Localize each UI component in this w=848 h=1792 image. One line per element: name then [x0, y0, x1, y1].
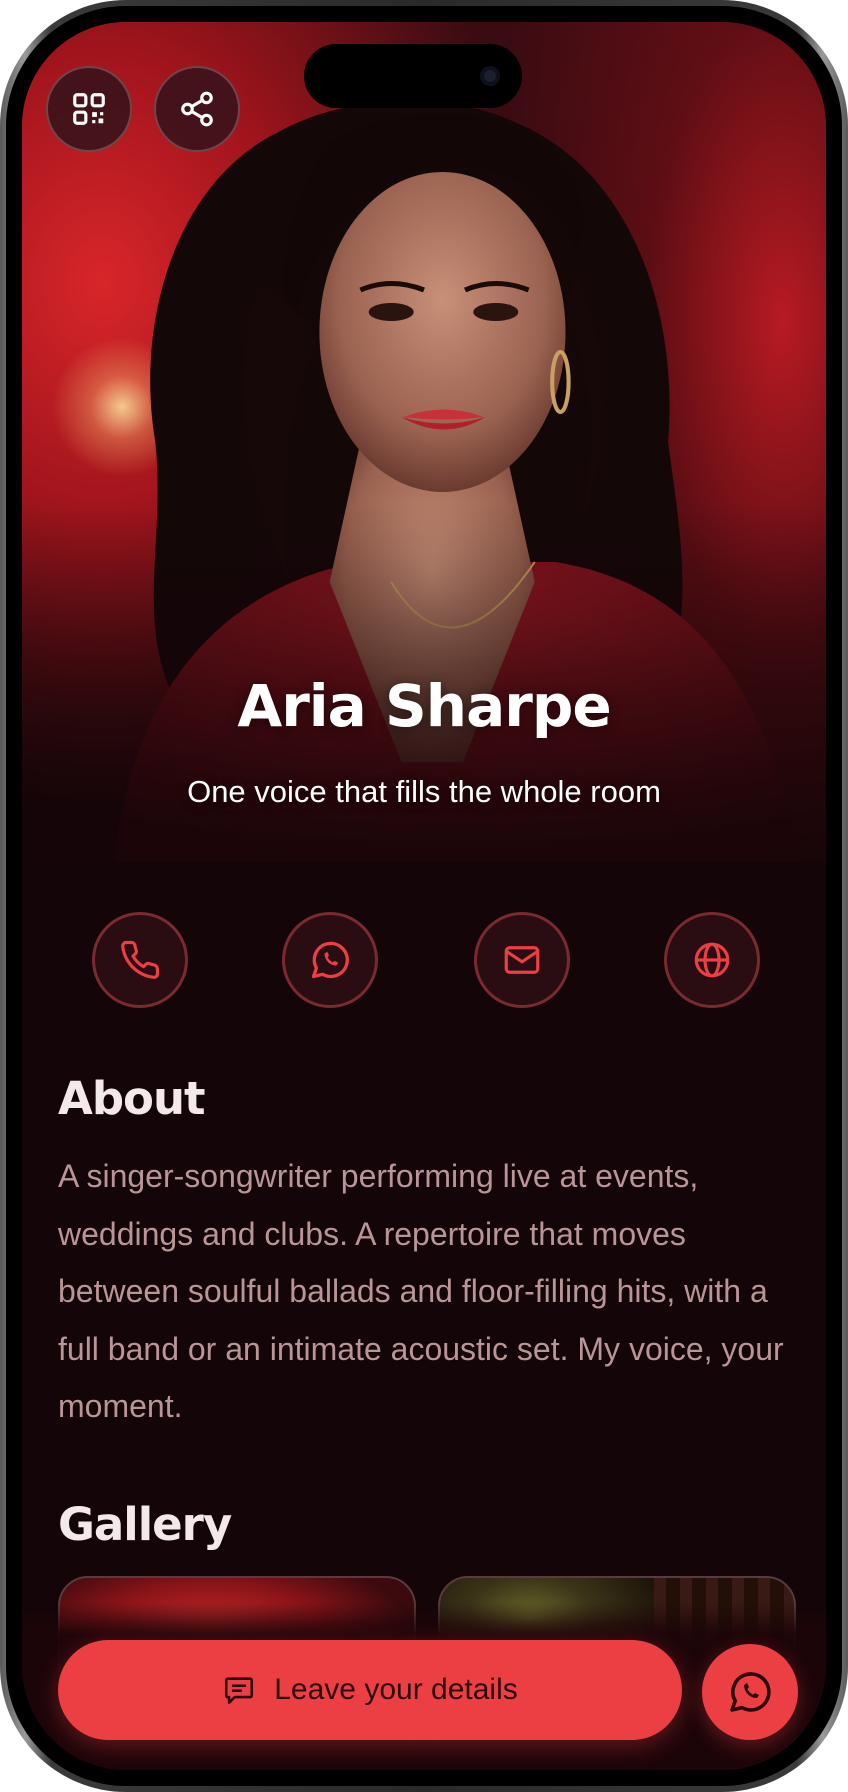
contact-actions: [22, 912, 826, 1008]
whatsapp-icon: [730, 1672, 771, 1712]
hero-photo: Aria Sharpe One voice that fills the who…: [22, 22, 826, 862]
phone-bezel: Aria Sharpe One voice that fills the who…: [6, 6, 842, 1786]
profile-tagline: One voice that fills the whole room: [187, 774, 661, 809]
phone-frame: Aria Sharpe One voice that fills the who…: [0, 0, 848, 1792]
whatsapp-fab[interactable]: [702, 1644, 798, 1740]
phone-button[interactable]: [92, 912, 188, 1008]
qr-code-icon: [73, 93, 105, 125]
leave-details-label: Leave your details: [274, 1673, 518, 1706]
profile-name: Aria Sharpe: [237, 672, 611, 740]
website-button[interactable]: [664, 912, 760, 1008]
mail-icon: [504, 946, 540, 974]
whatsapp-button[interactable]: [282, 912, 378, 1008]
about-text: A singer-songwriter performing live at e…: [58, 1158, 784, 1424]
front-camera: [480, 66, 500, 86]
dynamic-island: [304, 44, 522, 108]
phone-icon: [121, 940, 160, 979]
qr-code-button[interactable]: [46, 66, 132, 152]
about-title: About: [58, 1072, 206, 1125]
message-icon: [225, 1677, 254, 1705]
email-button[interactable]: [474, 912, 570, 1008]
gallery-title: Gallery: [58, 1498, 232, 1551]
share-button[interactable]: [154, 66, 240, 152]
whatsapp-icon: [311, 941, 349, 979]
screen: Aria Sharpe One voice that fills the who…: [22, 22, 826, 1770]
share-icon: [181, 91, 213, 127]
globe-icon: [694, 942, 730, 978]
leave-details-button[interactable]: Leave your details: [58, 1640, 682, 1740]
